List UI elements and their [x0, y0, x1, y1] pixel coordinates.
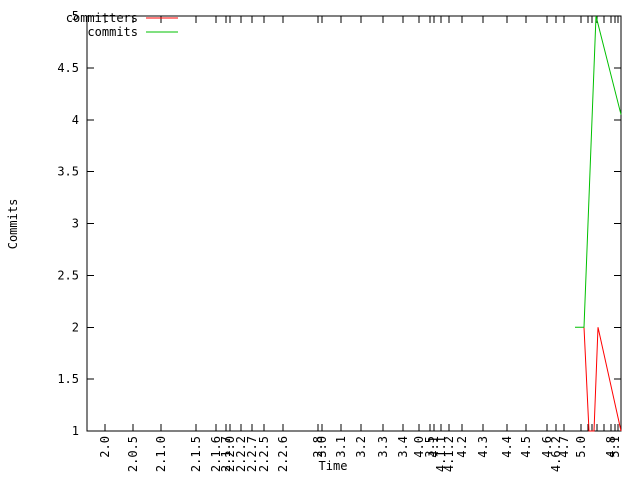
x-tick-label: 2.0 — [98, 436, 112, 458]
y-tick-label: 2.5 — [57, 268, 79, 282]
legend-committers-label: committers — [66, 11, 138, 25]
y-tick-label: 4.5 — [57, 61, 79, 75]
x-tick-label: 4.1.2 — [442, 436, 456, 472]
y-tick-label: 3 — [72, 217, 79, 231]
x-tick-label: 5.0 — [574, 436, 588, 458]
y-axis-title: Commits — [6, 199, 20, 250]
x-tick-label: 4.2 — [455, 436, 469, 458]
x-tick-label: 4.7 — [557, 436, 571, 458]
x-tick-label: 4.5 — [519, 436, 533, 458]
y-tick-label: 3.5 — [57, 165, 79, 179]
x-tick-label: 3.4 — [396, 436, 410, 458]
x-axis-title: Time — [319, 459, 348, 473]
x-tick-label: 2.2.6 — [276, 436, 290, 472]
x-tick-label: 3.2 — [354, 436, 368, 458]
legend-commits-label: commits — [87, 25, 138, 39]
y-tick-label: 1.5 — [57, 372, 79, 386]
chart-canvas: 11.522.533.544.552.0 2.0.5 2.1.0 2.1.5 2.1.6… — [6, 9, 622, 473]
x-tick-label: 2.0.5 — [126, 436, 140, 472]
plot-border — [86, 15, 622, 432]
x-tick-label: 2.1.0 — [154, 436, 168, 472]
x-tick-label: 5.1 — [608, 436, 622, 458]
legend: committers commits — [66, 11, 178, 39]
x-tick-label: 2.1.5 — [189, 436, 203, 472]
x-tick-label: 2.2.5 — [257, 436, 271, 472]
x-tick-label: 3.1 — [334, 436, 348, 458]
x-tick-label: 3.0 — [315, 436, 329, 458]
y-tick-label: 2 — [72, 320, 79, 334]
y-tick-label: 1 — [72, 424, 79, 438]
x-tick-label: 4.4 — [500, 436, 514, 458]
commit-chart: 1 1.5 2 2.5 3 3.5 4 4.5 5 2.0 2.0.5 2.1.0 2.1.5 2.1.6… — [0, 0, 640, 480]
x-tick-label: 3.3 — [376, 436, 390, 458]
x-tick-label: 4.3 — [476, 436, 490, 458]
y-tick-label: 4 — [72, 113, 79, 127]
plot-area: 11.522.533.544.552.0 2.0.5 2.1.0 2.1.5 2.1.6… — [57, 9, 622, 472]
